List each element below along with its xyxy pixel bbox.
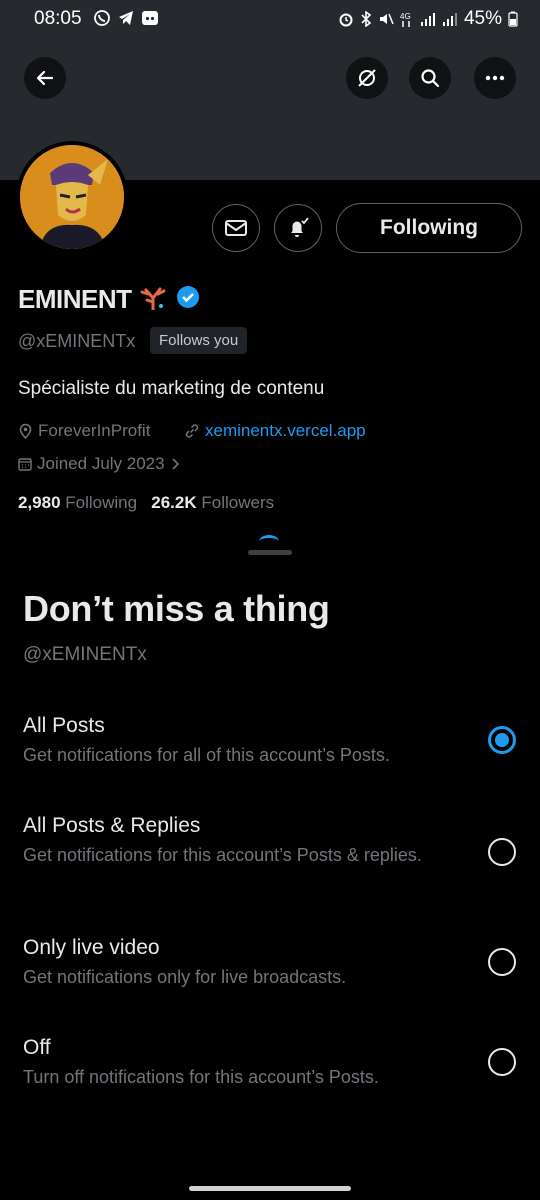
option-all-posts[interactable]: All Posts Get notifications for all of t… — [0, 712, 540, 792]
following-count: 2,980 — [18, 493, 61, 512]
following-button[interactable]: Following — [336, 203, 522, 253]
signal-icon — [420, 13, 435, 26]
arrow-left-icon — [36, 70, 54, 86]
joined-date[interactable]: Joined July 2023 — [18, 454, 180, 474]
eye-slash-icon — [358, 69, 376, 87]
followers-stat[interactable]: 26.2K Followers — [151, 493, 274, 512]
sheet-title: Don’t miss a thing — [23, 588, 330, 629]
followers-label: Followers — [201, 493, 275, 512]
mute-icon — [379, 13, 394, 25]
website-text[interactable]: xeminentx.vercel.app — [205, 421, 366, 441]
option-all-posts-replies[interactable]: All Posts & Replies Get notifications fo… — [0, 812, 540, 902]
status-time: 08:05 — [34, 8, 82, 29]
option-desc: Turn off notifications for this account’… — [23, 1067, 379, 1087]
option-desc: Get notifications only for live broadcas… — [23, 967, 347, 987]
location: ForeverInProfit — [18, 421, 150, 441]
envelope-icon — [225, 220, 247, 236]
display-name-text: EMINENT — [18, 284, 132, 314]
back-button[interactable] — [24, 57, 66, 99]
alarm-icon — [339, 13, 353, 27]
whatsapp-icon — [94, 10, 110, 26]
signal-icon-2 — [442, 13, 457, 26]
option-title: All Posts — [23, 714, 105, 737]
followers-count: 26.2K — [151, 493, 197, 512]
handle: @xEMINENTx — [18, 331, 136, 351]
location-text: ForeverInProfit — [38, 421, 151, 440]
radio-selected[interactable] — [488, 726, 516, 754]
status-bar: 08:05 4G 45% — [0, 0, 540, 36]
avatar-image — [20, 145, 124, 249]
avatar[interactable] — [16, 141, 128, 253]
display-name: EMINENT — [18, 284, 201, 315]
network-4g-icon: 4G — [400, 12, 411, 27]
bluetooth-icon — [361, 11, 372, 27]
more-button[interactable] — [474, 57, 516, 99]
svg-text:4G: 4G — [400, 12, 411, 21]
link-icon — [185, 424, 199, 438]
battery-percentage: 45% — [463, 8, 502, 29]
option-off[interactable]: Off Turn off notifications for this acco… — [0, 1034, 540, 1104]
sheet-subtitle: @xEMINENTx — [23, 644, 147, 665]
following-label: Following — [65, 493, 138, 512]
home-indicator[interactable] — [189, 1186, 351, 1191]
option-title: Only live video — [23, 936, 160, 959]
search-icon — [421, 69, 440, 88]
option-title: Off — [23, 1036, 51, 1059]
sheet-grabber[interactable] — [248, 550, 292, 555]
notification-icons — [93, 9, 159, 27]
bio: Spécialiste du marketing de contenu — [18, 378, 325, 399]
location-pin-icon — [19, 423, 32, 439]
option-desc: Get notifications for this account’s Pos… — [23, 845, 422, 865]
loading-spinner — [259, 535, 279, 548]
search-button[interactable] — [409, 57, 451, 99]
follow-stats: 2,980 Following 26.2K Followers — [18, 493, 274, 513]
radio-unselected[interactable] — [488, 1048, 516, 1076]
calendar-icon — [18, 458, 32, 471]
chevron-right-icon — [172, 458, 179, 470]
website-link[interactable]: xeminentx.vercel.app — [184, 421, 366, 441]
radio-unselected[interactable] — [488, 948, 516, 976]
message-button[interactable] — [212, 204, 260, 252]
battery-icon — [508, 11, 518, 27]
following-stat[interactable]: 2,980 Following — [18, 493, 137, 512]
follows-you-badge: Follows you — [150, 327, 248, 354]
more-horizontal-icon — [485, 75, 505, 81]
telegram-icon — [119, 11, 133, 25]
coral-emoji-icon — [140, 287, 166, 312]
verified-badge-icon — [176, 286, 199, 308]
system-icons: 4G 45% — [338, 8, 518, 30]
radio-unselected[interactable] — [488, 838, 516, 866]
option-desc: Get notifications for all of this accoun… — [23, 745, 390, 765]
joined-text: Joined July 2023 — [37, 454, 165, 473]
notifications-button[interactable] — [274, 204, 322, 252]
bell-check-icon — [291, 217, 309, 237]
option-live-video[interactable]: Only live video Get notifications only f… — [0, 934, 540, 1004]
option-title: All Posts & Replies — [23, 814, 201, 837]
hide-button[interactable] — [346, 57, 388, 99]
discord-icon — [142, 11, 158, 25]
